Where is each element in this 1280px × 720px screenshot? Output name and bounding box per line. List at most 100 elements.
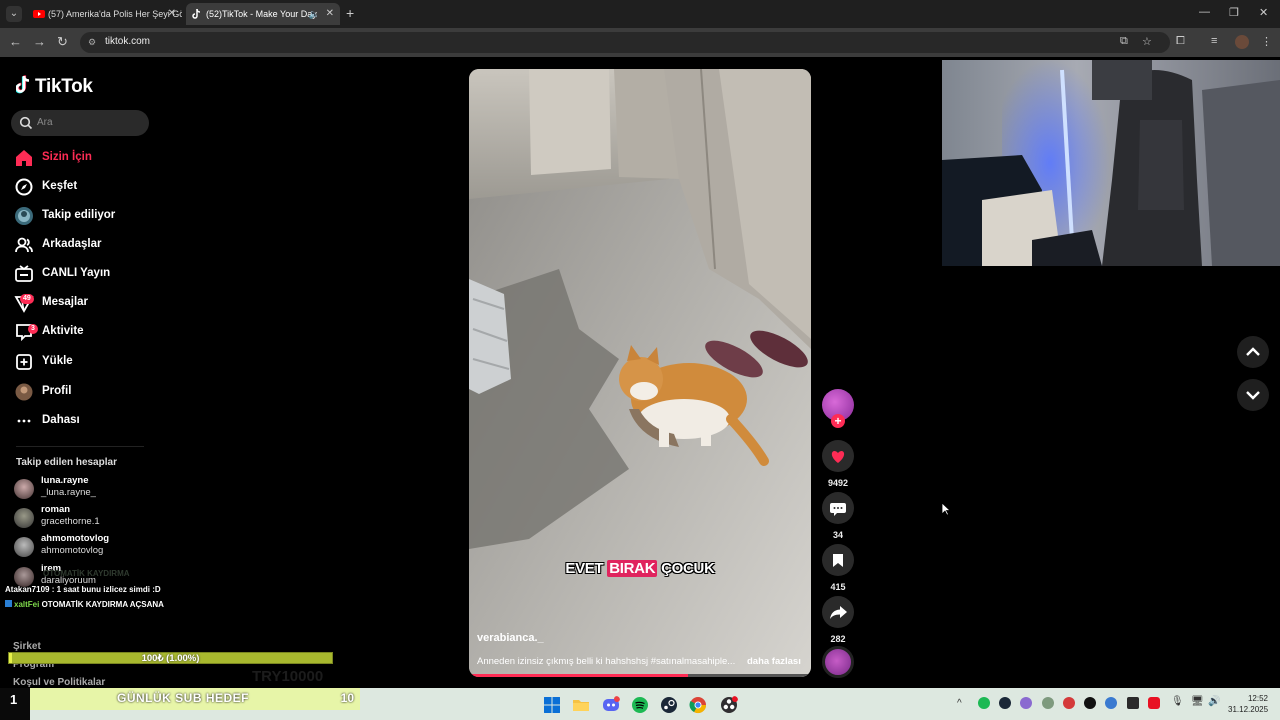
account-handle: _luna.rayne_ xyxy=(41,487,96,498)
save-button[interactable]: 415 xyxy=(822,544,854,592)
nav-upload[interactable]: Yükle xyxy=(14,349,154,375)
tray-pen-icon[interactable] xyxy=(1020,697,1032,709)
search-input[interactable]: Ara xyxy=(11,110,149,136)
caption-word-highlight: BIRAK xyxy=(607,560,658,577)
tray-overflow-icon[interactable]: ^ xyxy=(957,698,962,709)
install-app-icon[interactable]: ⧉ xyxy=(1120,35,1128,48)
profile-avatar[interactable] xyxy=(1235,35,1249,49)
tray-app-icon[interactable] xyxy=(1042,697,1054,709)
extensions-icon[interactable]: ⧠ xyxy=(1176,35,1185,48)
like-count: 9492 xyxy=(827,478,849,488)
followed-account[interactable]: roman gracethorne.1 xyxy=(14,503,154,533)
comment-button[interactable]: 34 xyxy=(822,492,854,540)
bookmark-star-icon[interactable]: ☆ xyxy=(1142,35,1152,48)
messages-badge: 49 xyxy=(20,294,34,304)
followed-account[interactable]: luna.rayne _luna.rayne_ xyxy=(14,474,154,504)
nav-friends[interactable]: Arkadaşlar xyxy=(14,232,154,258)
tiktok-logo[interactable]: TikTok xyxy=(16,75,93,98)
site-info-icon[interactable]: ⚙ xyxy=(88,37,100,48)
chat-ghost-line: OTOMATİK KAYDIRMA xyxy=(43,569,130,578)
donation-goal-label: 100₺ (1.00%) xyxy=(141,653,200,664)
address-bar[interactable]: ⚙ tiktok.com xyxy=(80,32,1170,53)
speaker-icon[interactable]: 🔈 xyxy=(309,3,320,25)
tray-spotify-icon[interactable] xyxy=(978,697,990,709)
chrome-icon[interactable] xyxy=(689,696,707,714)
share-button[interactable]: 282 xyxy=(822,596,854,644)
discord-icon[interactable] xyxy=(602,696,620,714)
followed-account[interactable]: ahmomotovlog ahmomotovlog xyxy=(14,532,154,562)
nav-live[interactable]: CANLI Yayın xyxy=(14,261,154,287)
browser-tab-youtube[interactable]: (57) Amerika'da Polis Her Şeyi Gördü ✕ xyxy=(28,3,182,25)
activity-badge: 3 xyxy=(28,324,38,334)
heart-icon xyxy=(831,451,845,463)
previous-video-button[interactable] xyxy=(1237,336,1269,368)
clock-time: 12:52 xyxy=(1247,694,1268,703)
next-video-button[interactable] xyxy=(1237,379,1269,411)
daily-sub-goal-value: 10 xyxy=(340,691,354,705)
tray-steam-icon[interactable] xyxy=(999,697,1011,709)
tab-media-icon[interactable]: ≡ xyxy=(1211,35,1217,47)
steam-icon[interactable] xyxy=(660,696,678,714)
video-progress-bar[interactable] xyxy=(469,674,811,677)
tab-search-button[interactable]: ⌄ xyxy=(6,6,22,22)
avatar xyxy=(14,508,34,528)
like-button[interactable]: 9492 xyxy=(822,440,854,488)
windows-start-icon[interactable] xyxy=(543,696,561,714)
nav-messages[interactable]: 49 Mesajlar xyxy=(14,290,154,316)
chat-text: : 1 saat bunu izlicez simdi :D xyxy=(51,585,161,594)
video-player[interactable]: EVET BIRAK ÇOCUK verabianca._ Anneden iz… xyxy=(469,69,811,677)
file-explorer-icon[interactable] xyxy=(572,696,590,714)
obs-icon[interactable] xyxy=(720,696,738,714)
nav-more[interactable]: Dahası xyxy=(14,408,154,434)
home-icon xyxy=(16,150,32,166)
close-window-icon[interactable]: ✕ xyxy=(1259,6,1268,19)
reload-icon[interactable]: ↻ xyxy=(57,34,68,50)
browser-tab-bar: ⌄ (57) Amerika'da Polis Her Şeyi Gördü ✕… xyxy=(0,0,1280,28)
chat-user: xaltFei xyxy=(14,600,40,609)
nav-explore[interactable]: Keşfet xyxy=(14,174,154,200)
tray-network-app-icon[interactable] xyxy=(1105,697,1117,709)
nav-activity[interactable]: 3 Aktivite xyxy=(14,319,154,345)
nav-label: Mesajlar xyxy=(42,296,89,308)
footer-company-link[interactable]: Şirket xyxy=(13,641,41,652)
following-icon xyxy=(15,207,33,225)
donation-goal-bar: 100₺ (1.00%) xyxy=(8,652,333,664)
network-icon[interactable]: 🖥 xyxy=(1191,696,1204,707)
tray-record-icon[interactable] xyxy=(1148,697,1160,709)
video-author[interactable]: verabianca._ xyxy=(477,632,544,644)
see-more-link[interactable]: daha fazlası xyxy=(747,656,801,667)
compass-icon xyxy=(15,178,33,196)
close-tab-icon[interactable]: ✕ xyxy=(326,3,334,25)
chevron-down-icon xyxy=(1246,391,1260,400)
nav-label: CANLI Yayın xyxy=(42,267,111,279)
browser-menu-icon[interactable]: ⋮ xyxy=(1261,35,1272,48)
tray-nvidia-icon[interactable] xyxy=(1127,697,1139,709)
video-frame xyxy=(469,69,811,677)
new-tab-button[interactable]: + xyxy=(346,5,354,21)
nav-for-you[interactable]: Sizin İçin xyxy=(14,145,154,171)
tray-obs-icon[interactable] xyxy=(1084,697,1096,709)
close-tab-icon[interactable]: ✕ xyxy=(168,3,176,25)
tray-shield-icon[interactable] xyxy=(1063,697,1075,709)
daily-sub-goal-label: GÜNLÜK SUB HEDEF xyxy=(117,691,250,705)
system-clock[interactable]: 12:52 31.12.2025 xyxy=(1228,693,1268,715)
nav-label: Yükle xyxy=(42,355,73,367)
account-name: ahmomotovlog xyxy=(41,533,110,544)
footer-terms-link[interactable]: Koşul ve Politikalar xyxy=(13,677,105,688)
clock-date: 31.12.2025 xyxy=(1228,705,1269,714)
music-disc[interactable] xyxy=(822,646,854,678)
microphone-icon[interactable]: 🎙 xyxy=(1171,696,1184,707)
back-icon[interactable]: ← xyxy=(9,34,22,49)
volume-icon[interactable]: 🔊 xyxy=(1208,696,1220,707)
nav-profile[interactable]: Profil xyxy=(14,379,154,405)
webcam-frame xyxy=(942,60,1280,266)
follow-plus-icon[interactable]: + xyxy=(831,414,845,428)
restore-icon[interactable]: ❐ xyxy=(1229,6,1239,19)
nav-following[interactable]: Takip ediliyor xyxy=(14,203,154,229)
browser-tab-tiktok[interactable]: (52)TikTok - Make Your Day 🔈 ✕ xyxy=(186,3,340,25)
comment-icon xyxy=(830,503,846,516)
minimize-icon[interactable]: — xyxy=(1199,6,1210,18)
chat-message: xaltFei OTOMATİK KAYDIRMA AÇSANA xyxy=(5,600,164,609)
spotify-icon[interactable] xyxy=(631,696,649,714)
forward-icon[interactable]: → xyxy=(33,34,46,49)
